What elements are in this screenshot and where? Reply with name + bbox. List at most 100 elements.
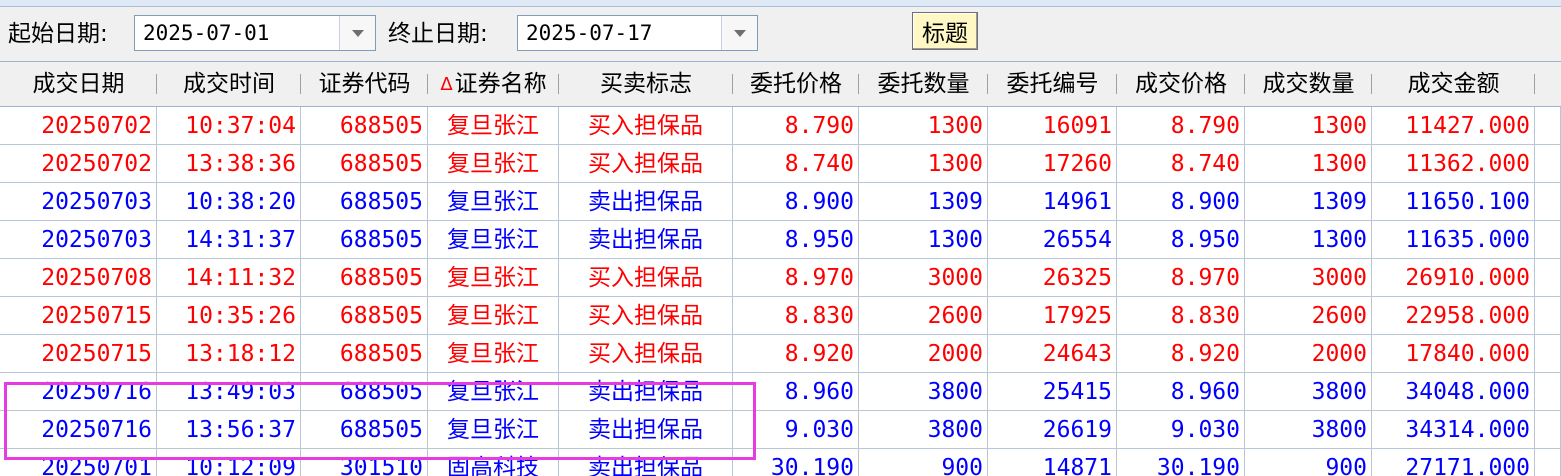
cell-security-name: 复旦张江 bbox=[428, 221, 559, 259]
table-row[interactable]: 20250702 10:37:04 688505 复旦张江 买入担保品 8.790 1300… bbox=[0, 107, 1561, 145]
title-button[interactable]: 标题 bbox=[912, 12, 978, 50]
cell-trade-price: 8.960 bbox=[1117, 373, 1245, 411]
cell-filler bbox=[1535, 145, 1561, 183]
column-header-trade-price[interactable]: 成交价格 bbox=[1117, 62, 1245, 106]
cell-trade-quantity: 1309 bbox=[1245, 183, 1372, 221]
cell-order-price: 8.830 bbox=[733, 297, 859, 335]
cell-security-name: 复旦张江 bbox=[428, 145, 559, 183]
cell-order-number: 25415 bbox=[988, 373, 1117, 411]
end-date-dropdown-button[interactable] bbox=[721, 16, 757, 50]
sort-indicator-icon: Δ bbox=[440, 74, 453, 95]
cell-order-quantity: 1300 bbox=[859, 221, 988, 259]
cell-security-code: 688505 bbox=[301, 221, 428, 259]
cell-trade-amount: 27171.000 bbox=[1372, 449, 1535, 476]
cell-trade-price: 8.970 bbox=[1117, 259, 1245, 297]
cell-security-code: 688505 bbox=[301, 145, 428, 183]
cell-order-price: 8.790 bbox=[733, 107, 859, 145]
trade-query-window: 起始日期: 终止日期: 标题 成交日期 成交时间 证券代码 Δ证券名称 买卖标志 委托价格… bbox=[0, 0, 1561, 476]
column-header-order-quantity[interactable]: 委托数量 bbox=[859, 62, 988, 106]
column-header-trade-date[interactable]: 成交日期 bbox=[0, 62, 157, 106]
column-header-trade-time[interactable]: 成交时间 bbox=[157, 62, 301, 106]
cell-trade-quantity: 3000 bbox=[1245, 259, 1372, 297]
cell-order-quantity: 2000 bbox=[859, 335, 988, 373]
end-date-label: 终止日期: bbox=[388, 21, 488, 47]
cell-trade-time: 10:38:20 bbox=[157, 183, 301, 221]
cell-trade-quantity: 1300 bbox=[1245, 221, 1372, 259]
end-date-picker[interactable] bbox=[517, 15, 758, 51]
column-header-order-number[interactable]: 委托编号 bbox=[988, 62, 1117, 106]
cell-trade-amount: 34048.000 bbox=[1372, 373, 1535, 411]
table-row[interactable]: 20250703 14:31:37 688505 复旦张江 卖出担保品 8.950 1300… bbox=[0, 221, 1561, 259]
column-header-label: 成交时间 bbox=[183, 71, 275, 97]
cell-order-price: 8.900 bbox=[733, 183, 859, 221]
cell-order-number: 26554 bbox=[988, 221, 1117, 259]
cell-order-quantity: 1309 bbox=[859, 183, 988, 221]
column-header-label: 委托编号 bbox=[1006, 71, 1099, 97]
table-row[interactable]: 20250701 10:12:09 301510 固高科技 卖出担保品 30.190 900… bbox=[0, 449, 1561, 476]
trade-table-body: 20250702 10:37:04 688505 复旦张江 买入担保品 8.790 1300… bbox=[0, 107, 1561, 476]
cell-trade-quantity: 2000 bbox=[1245, 335, 1372, 373]
cell-order-number: 26325 bbox=[988, 259, 1117, 297]
column-header-order-price[interactable]: 委托价格 bbox=[733, 62, 859, 106]
cell-trade-date: 20250701 bbox=[0, 449, 157, 476]
cell-trade-amount: 11635.000 bbox=[1372, 221, 1535, 259]
cell-trade-time: 10:12:09 bbox=[157, 449, 301, 476]
start-date-picker[interactable] bbox=[134, 15, 376, 51]
cell-buy-sell-flag: 买入担保品 bbox=[559, 297, 733, 335]
column-header-label: 委托数量 bbox=[877, 71, 970, 97]
cell-trade-date: 20250703 bbox=[0, 183, 157, 221]
cell-trade-amount: 11650.100 bbox=[1372, 183, 1535, 221]
cell-trade-amount: 17840.000 bbox=[1372, 335, 1535, 373]
start-date-dropdown-button[interactable] bbox=[339, 16, 375, 50]
end-date-input[interactable] bbox=[518, 16, 725, 50]
cell-order-number: 26619 bbox=[988, 411, 1117, 449]
cell-buy-sell-flag: 卖出担保品 bbox=[559, 373, 733, 411]
cell-order-quantity: 1300 bbox=[859, 107, 988, 145]
table-row[interactable]: 20250716 13:56:37 688505 复旦张江 卖出担保品 9.030 3800… bbox=[0, 411, 1561, 449]
cell-filler bbox=[1535, 449, 1561, 476]
cell-order-number: 24643 bbox=[988, 335, 1117, 373]
cell-trade-date: 20250716 bbox=[0, 411, 157, 449]
column-header-security-code[interactable]: 证券代码 bbox=[301, 62, 428, 106]
start-date-input[interactable] bbox=[135, 16, 343, 50]
cell-trade-date: 20250708 bbox=[0, 259, 157, 297]
cell-security-name: 复旦张江 bbox=[428, 297, 559, 335]
cell-buy-sell-flag: 卖出担保品 bbox=[559, 183, 733, 221]
cell-trade-date: 20250715 bbox=[0, 297, 157, 335]
cell-filler bbox=[1535, 221, 1561, 259]
chevron-down-icon bbox=[351, 29, 364, 37]
cell-trade-price: 30.190 bbox=[1117, 449, 1245, 476]
cell-trade-time: 10:37:04 bbox=[157, 107, 301, 145]
cell-trade-price: 8.900 bbox=[1117, 183, 1245, 221]
cell-filler bbox=[1535, 259, 1561, 297]
cell-buy-sell-flag: 买入担保品 bbox=[559, 145, 733, 183]
column-header-trade-quantity[interactable]: 成交数量 bbox=[1245, 62, 1372, 106]
table-row[interactable]: 20250715 13:18:12 688505 复旦张江 买入担保品 8.920 2000… bbox=[0, 335, 1561, 373]
cell-trade-price: 8.950 bbox=[1117, 221, 1245, 259]
cell-security-name: 复旦张江 bbox=[428, 373, 559, 411]
table-row[interactable]: 20250715 10:35:26 688505 复旦张江 买入担保品 8.830 2600… bbox=[0, 297, 1561, 335]
cell-order-quantity: 1300 bbox=[859, 145, 988, 183]
cell-trade-time: 13:49:03 bbox=[157, 373, 301, 411]
column-header-buy-sell-flag[interactable]: 买卖标志 bbox=[559, 62, 733, 106]
cell-trade-price: 8.830 bbox=[1117, 297, 1245, 335]
cell-order-quantity: 900 bbox=[859, 449, 988, 476]
cell-trade-quantity: 1300 bbox=[1245, 107, 1372, 145]
window-top-strip bbox=[0, 0, 1561, 7]
column-header-security-name[interactable]: Δ证券名称 bbox=[428, 62, 559, 106]
column-header-label: 证券代码 bbox=[318, 71, 411, 97]
cell-trade-time: 10:35:26 bbox=[157, 297, 301, 335]
table-row[interactable]: 20250702 13:38:36 688505 复旦张江 买入担保品 8.740 1300… bbox=[0, 145, 1561, 183]
cell-buy-sell-flag: 买入担保品 bbox=[559, 335, 733, 373]
column-header-trade-amount[interactable]: 成交金额 bbox=[1372, 62, 1535, 106]
cell-trade-amount: 11362.000 bbox=[1372, 145, 1535, 183]
cell-trade-price: 8.740 bbox=[1117, 145, 1245, 183]
table-row[interactable]: 20250708 14:11:32 688505 复旦张江 买入担保品 8.970 3000… bbox=[0, 259, 1561, 297]
table-row[interactable]: 20250703 10:38:20 688505 复旦张江 卖出担保品 8.900 1309… bbox=[0, 183, 1561, 221]
cell-filler bbox=[1535, 373, 1561, 411]
cell-trade-date: 20250702 bbox=[0, 107, 157, 145]
cell-security-code: 688505 bbox=[301, 259, 428, 297]
table-row[interactable]: 20250716 13:49:03 688505 复旦张江 卖出担保品 8.960 3800… bbox=[0, 373, 1561, 411]
cell-trade-price: 8.790 bbox=[1117, 107, 1245, 145]
column-header-label: 委托价格 bbox=[750, 71, 842, 97]
